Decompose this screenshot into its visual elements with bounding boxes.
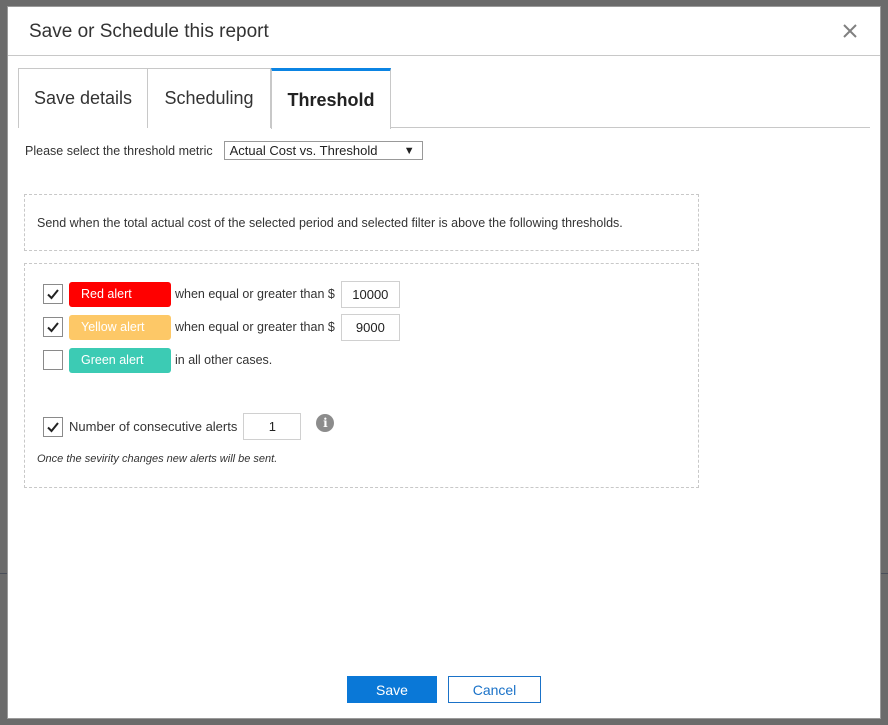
tab-bar: Save details Scheduling Threshold	[18, 68, 870, 129]
rule-row-yellow: Yellow alert when equal or greater than …	[43, 313, 400, 341]
cancel-button[interactable]: Cancel	[448, 676, 541, 703]
close-button[interactable]	[840, 21, 860, 41]
save-button[interactable]: Save	[347, 676, 437, 703]
checkmark-icon	[47, 289, 59, 300]
red-alert-badge: Red alert	[69, 281, 171, 307]
dropdown-caret-icon: ▼	[403, 144, 415, 157]
metric-select[interactable]: Actual Cost vs. Threshold ▼	[223, 141, 423, 160]
red-alert-checkbox[interactable]	[43, 284, 63, 304]
info-icon[interactable]: i	[316, 413, 335, 432]
metric-label: Please select the threshold metric	[25, 143, 213, 158]
threshold-rules-box: Red alert when equal or greater than $ Y…	[24, 263, 699, 488]
consecutive-alerts-input[interactable]	[243, 413, 302, 440]
close-icon	[843, 24, 857, 38]
tab-threshold[interactable]: Threshold	[271, 68, 391, 129]
consecutive-alerts-label: Number of consecutive alerts	[69, 419, 238, 434]
severity-note: Once the sevirity changes new alerts wil…	[37, 453, 278, 465]
threshold-description-box: Send when the total actual cost of the s…	[24, 194, 699, 251]
dialog-header: Save or Schedule this report	[8, 7, 880, 56]
yellow-alert-badge: Yellow alert	[69, 314, 171, 340]
green-alert-badge: Green alert	[69, 347, 171, 373]
yellow-alert-amount-input[interactable]	[340, 313, 400, 341]
green-alert-condition: in all other cases.	[175, 353, 273, 367]
save-schedule-dialog: Save or Schedule this report Save detail…	[7, 6, 881, 719]
yellow-alert-checkbox[interactable]	[43, 317, 63, 337]
green-alert-checkbox[interactable]	[43, 350, 63, 370]
metric-row: Please select the threshold metric Actua…	[25, 141, 423, 160]
red-alert-amount-input[interactable]	[340, 280, 400, 308]
red-alert-condition: when equal or greater than $	[175, 287, 335, 301]
yellow-alert-condition: when equal or greater than $	[175, 320, 335, 334]
tab-save-details[interactable]: Save details	[18, 68, 148, 128]
rule-row-green: Green alert in all other cases.	[43, 347, 272, 373]
metric-selected-value: Actual Cost vs. Threshold	[229, 143, 378, 158]
tab-scheduling[interactable]: Scheduling	[147, 68, 271, 128]
checkmark-icon	[47, 421, 59, 432]
consecutive-alerts-checkbox[interactable]	[43, 416, 63, 437]
rule-row-red: Red alert when equal or greater than $	[43, 280, 400, 308]
checkmark-icon	[47, 322, 59, 333]
threshold-description: Send when the total actual cost of the s…	[37, 215, 623, 230]
dialog-title: Save or Schedule this report	[29, 21, 269, 42]
dialog-footer: Save Cancel	[8, 676, 880, 703]
consecutive-alerts-row: Number of consecutive alerts i	[43, 413, 335, 440]
